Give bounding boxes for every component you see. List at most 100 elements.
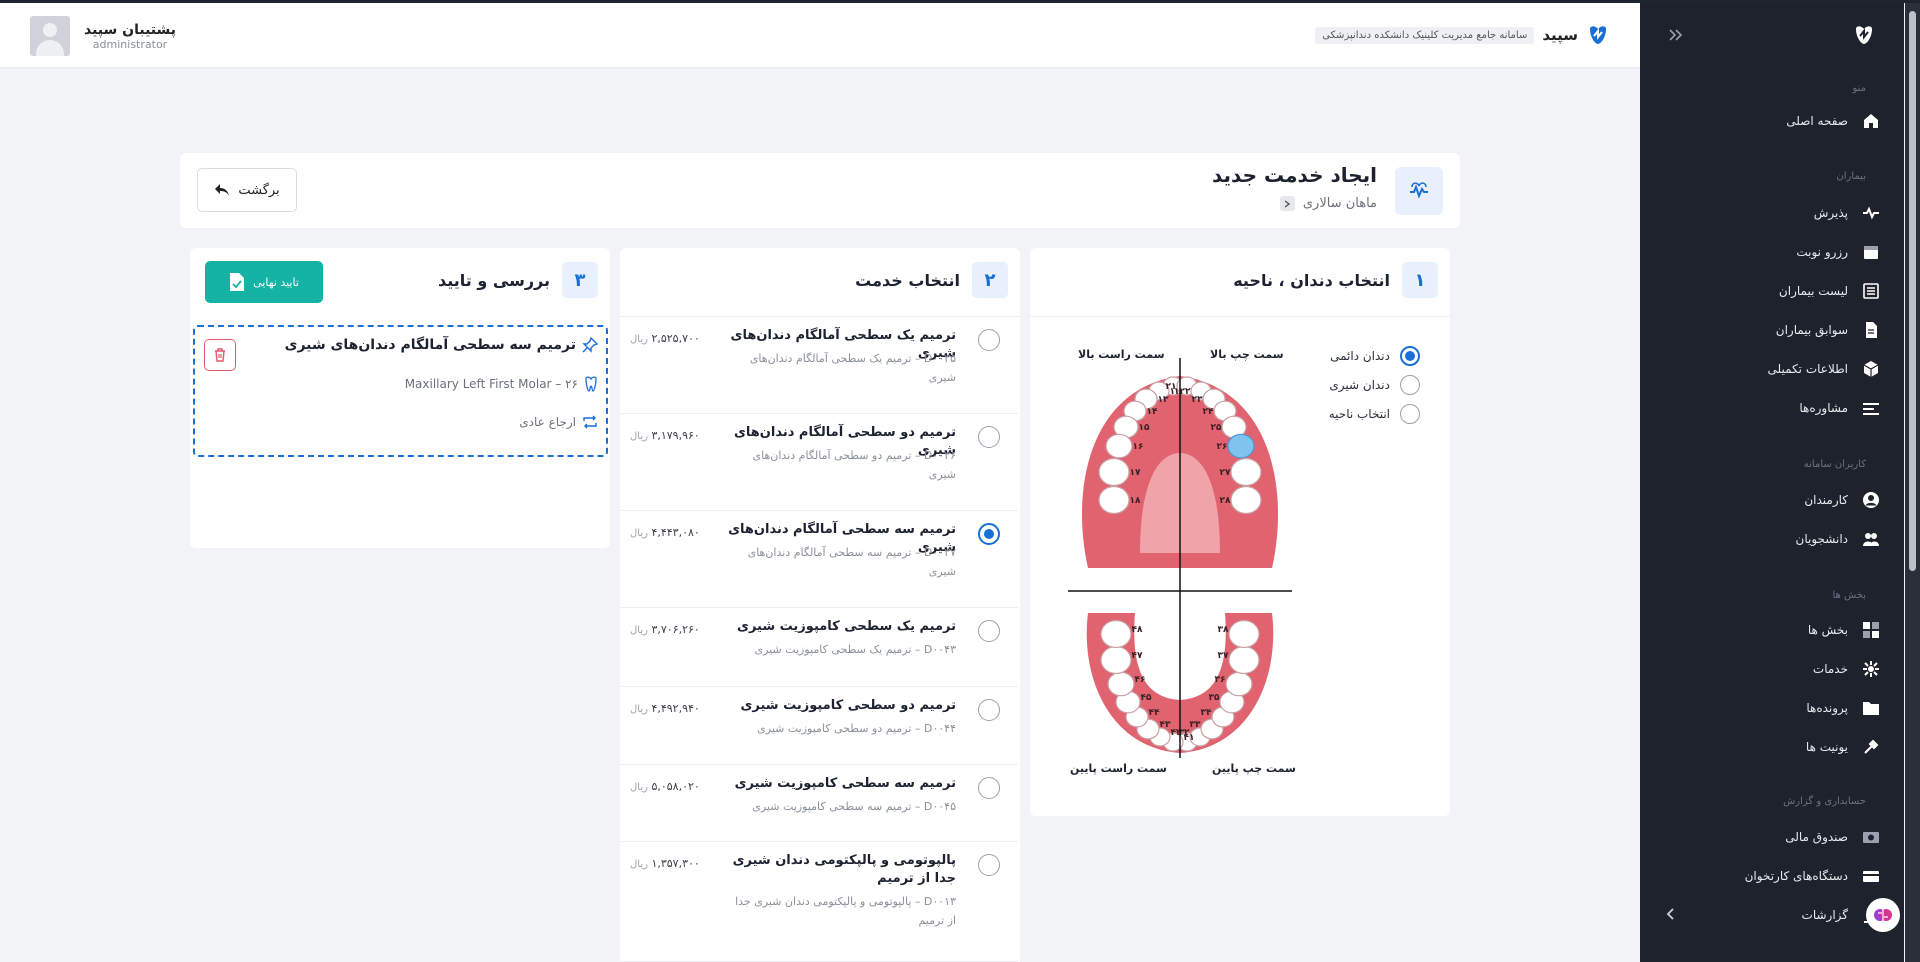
tooth-number-label: ۲۱: [1166, 382, 1177, 392]
avatar[interactable]: [30, 16, 70, 56]
service-radio[interactable]: [978, 620, 1000, 642]
sidebar-section-menu: منو: [1852, 83, 1866, 94]
panel-title: بررسی و تایید: [438, 270, 550, 290]
tooth-number-label: ۴۸: [1132, 625, 1143, 635]
radio[interactable]: [1400, 375, 1420, 395]
chevron-right-icon: [1279, 196, 1295, 211]
sidebar-item-reports[interactable]: گزارشات: [1660, 899, 1880, 931]
tooth-type-options: دندان دائمی دندان شیری انتخاب ناحیه: [1329, 346, 1420, 424]
sidebar-item-services[interactable]: خدمات: [1660, 653, 1880, 685]
tooth-upper-left-6[interactable]: [1227, 433, 1255, 459]
back-button[interactable]: برگشت: [197, 168, 297, 212]
sidebar-item-home[interactable]: صفحه اصلی: [1660, 105, 1880, 137]
price-currency: ریال: [630, 431, 648, 442]
delete-button[interactable]: [204, 339, 236, 371]
sidebar-item-departments[interactable]: بخش ها: [1660, 614, 1880, 646]
sidebar-item-label: لیست بیماران: [1778, 284, 1848, 298]
sidebar-item-files[interactable]: پرونده‌ها: [1660, 692, 1880, 724]
step-number: ۱: [1402, 262, 1438, 298]
service-description: D۰۰۳۷ – ترمیم سه سطحی آمالگام دندان‌های …: [747, 546, 956, 578]
option-select-area[interactable]: انتخاب ناحیه: [1329, 404, 1420, 424]
tooth-lower-right-8[interactable]: [1100, 619, 1132, 649]
grid-icon: [1862, 621, 1880, 639]
sidebar-item-patient-list[interactable]: لیست بیماران: [1660, 275, 1880, 307]
option-label: دندان شیری: [1329, 378, 1390, 392]
service-price: ۴,۴۹۲,۹۴۰ ریال: [630, 699, 710, 720]
tooth-upper-left-8[interactable]: [1230, 485, 1262, 515]
sidebar-item-students[interactable]: دانشجویان: [1660, 523, 1880, 555]
radio-selected[interactable]: [1400, 346, 1420, 366]
sidebar-item-patient-history[interactable]: سوابق بیماران: [1660, 314, 1880, 346]
tooth-number-label: ۳۵: [1209, 693, 1220, 703]
scrollbar[interactable]: [1905, 3, 1920, 962]
service-item[interactable]: ترمیم سه سطحی آمالگام دندان‌های شیری D۰۰۳…: [620, 511, 1018, 608]
sidebar-item-reservation[interactable]: رزرو نوبت: [1660, 236, 1880, 268]
sidebar-section-system-users: کاربران سامانه: [1803, 459, 1866, 470]
home-icon: [1862, 112, 1880, 130]
option-label: دندان دائمی: [1330, 349, 1390, 363]
service-radio[interactable]: [978, 699, 1000, 721]
tooth-lower-right-6[interactable]: [1107, 671, 1135, 697]
service-radio[interactable]: [978, 426, 1000, 448]
collapse-sidebar-icon[interactable]: [1666, 25, 1686, 45]
option-permanent-teeth[interactable]: دندان دائمی: [1329, 346, 1420, 366]
tooth-upper-right-6[interactable]: [1105, 433, 1133, 459]
sidebar-item-card-readers[interactable]: دستگاه‌های کارتخوان: [1660, 860, 1880, 892]
breadcrumb-patient[interactable]: ماهان سالاری: [1303, 196, 1377, 211]
service-icon: [1862, 660, 1880, 678]
students-icon: [1862, 530, 1880, 548]
referral-type: ارجاع عادی: [519, 415, 576, 429]
service-item[interactable]: ترمیم دو سطحی آمالگام دندان‌های شیری D۰۰۳…: [620, 414, 1018, 511]
tooth-upper-right-8[interactable]: [1098, 485, 1130, 515]
sidebar-item-cashbox[interactable]: صندوق مالی: [1660, 821, 1880, 853]
tooth-upper-right-7[interactable]: [1098, 457, 1130, 487]
dental-chart[interactable]: ۱۱۱۲۱۳۱۴۱۵۱۶۱۷۱۸۲۱۲۲۲۳۲۴۲۵۲۶۲۷۲۸۳۱۳۲۳۳۳۴…: [1060, 348, 1300, 768]
tooth-number-label: ۳۶: [1215, 675, 1226, 685]
tooth-upper-left-7[interactable]: [1230, 457, 1262, 487]
service-item[interactable]: ترمیم دو سطحی کامپوزیت شیری D۰۰۴۴ – ترمیم…: [620, 687, 1018, 765]
service-item[interactable]: ترمیم سه سطحی کامپوزیت شیری D۰۰۴۵ – ترمیم…: [620, 765, 1018, 842]
brand: سپید سامانه جامع مدیریت کلینیک دانشکده د…: [1315, 23, 1610, 47]
calendar-icon: [1862, 243, 1880, 261]
tooth-number-label: ۱۷: [1130, 468, 1141, 478]
sidebar-item-extra-info[interactable]: اطلاعات تکمیلی: [1660, 353, 1880, 385]
sidebar-item-label: رزرو نوبت: [1796, 245, 1848, 259]
sidebar-item-staff[interactable]: کارمندان: [1660, 484, 1880, 516]
sidebar-item-label: بخش ها: [1807, 623, 1848, 637]
assistant-brain-icon[interactable]: [1866, 898, 1900, 932]
sidebar-section-accounting: حسابداری و گزارش: [1783, 796, 1866, 807]
sidebar-item-label: اطلاعات تکمیلی: [1767, 362, 1848, 376]
sidebar-item-units[interactable]: یونیت ها: [1660, 731, 1880, 763]
service-radio[interactable]: [978, 854, 1000, 876]
selected-service-card[interactable]: ترمیم سه سطحی آمالگام دندان‌های شیری Max…: [193, 325, 608, 457]
service-radio[interactable]: [978, 777, 1000, 799]
step-number: ۲: [972, 262, 1008, 298]
chevron-left-icon[interactable]: [1664, 907, 1678, 921]
price-currency: ریال: [630, 528, 648, 539]
tooth-lower-left-6[interactable]: [1225, 671, 1253, 697]
user-profile[interactable]: پشتیبان سپید administrator: [30, 16, 176, 56]
radio[interactable]: [1400, 404, 1420, 424]
sidebar-item-admission[interactable]: پذیرش: [1660, 197, 1880, 229]
service-item[interactable]: ترمیم یک سطحی آمالگام دندان‌های شیری D۰۰۳…: [620, 317, 1018, 414]
service-price: ۴,۴۴۳,۰۸۰ ریال: [630, 523, 710, 544]
tooth-number-label: ۴۶: [1135, 675, 1146, 685]
tooth-number-label: ۱۴: [1147, 407, 1158, 417]
service-title: ترمیم سه سطحی کامپوزیت شیری: [734, 776, 956, 791]
brand-subtitle: سامانه جامع مدیریت کلینیک دانشکده دندانپ…: [1315, 26, 1535, 44]
sidebar-item-label: گزارشات: [1801, 908, 1848, 922]
service-radio-selected[interactable]: [978, 523, 1000, 545]
tooth-lower-right-7[interactable]: [1100, 645, 1132, 675]
final-confirm-button[interactable]: تایید نهایی: [205, 261, 323, 303]
sidebar-item-consultations[interactable]: مشاوره‌ها: [1660, 392, 1880, 424]
option-primary-teeth[interactable]: دندان شیری: [1329, 375, 1420, 395]
selected-tooth-text: Maxillary Left First Molar – ۲۶: [404, 377, 578, 391]
service-item[interactable]: ترمیم یک سطحی کامپوزیت شیری D۰۰۴۳ – ترمیم…: [620, 608, 1018, 687]
tooth-lower-left-8[interactable]: [1228, 619, 1260, 649]
service-radio[interactable]: [978, 329, 1000, 351]
service-description: D۰۰۳۵ – ترمیم یک سطحی آمالگام دندان‌های …: [749, 352, 956, 384]
tooth-lower-left-7[interactable]: [1228, 645, 1260, 675]
scrollbar-thumb[interactable]: [1909, 11, 1916, 571]
price-value: ۴,۴۹۲,۹۴۰: [651, 702, 700, 715]
service-item[interactable]: پالپوتومی و پالپکتومی دندان شیری جدا از …: [620, 842, 1018, 962]
